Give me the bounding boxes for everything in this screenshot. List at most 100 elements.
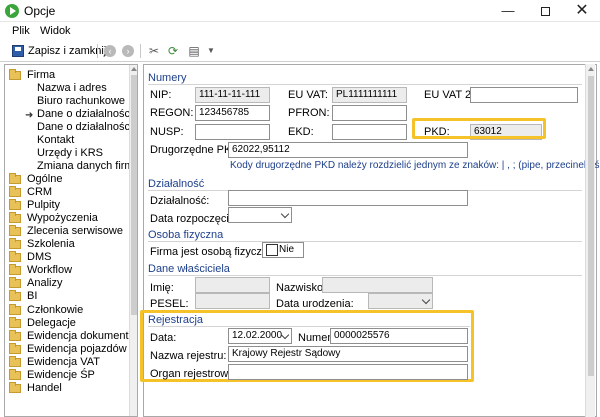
tree-item-label: Wypożyczenia <box>27 212 98 225</box>
ekd-field[interactable] <box>332 124 407 140</box>
tree-folder-item[interactable]: CRM <box>9 186 127 199</box>
osoba-fizyczna-value: Nie <box>279 244 295 255</box>
tree-item-label: Pulpity <box>27 199 61 212</box>
folder-icon <box>9 251 21 263</box>
euvat-field[interactable]: PL1111111111 <box>332 87 407 103</box>
tree-item-label: Szkolenia <box>27 238 75 251</box>
nip-field[interactable]: 111-11-11-111 <box>195 87 270 103</box>
close-button[interactable]: ✕ <box>564 0 600 22</box>
nazwa-rejestru-field[interactable]: Krajowy Rejestr Sądowy <box>228 346 468 362</box>
data-urodzenia-label: Data urodzenia: <box>276 298 354 310</box>
tools-icon[interactable]: ✂ <box>147 44 161 58</box>
scroll-up-icon[interactable] <box>588 67 594 71</box>
nazwa-rejestru-label: Nazwa rejestru: <box>150 350 227 362</box>
tree-folder-item[interactable]: Pulpity <box>9 199 127 212</box>
tree-item-dane-dzialalnosci[interactable]: Dane o działalności <box>5 121 132 134</box>
tree-folder-item[interactable]: Ewidencja VAT <box>9 355 127 369</box>
tree-item-biuro[interactable]: Biuro rachunkowe <box>5 95 127 108</box>
chevron-down-icon[interactable] <box>280 209 290 219</box>
menu-plik[interactable]: Plik <box>12 25 30 37</box>
scroll-thumb[interactable] <box>588 76 594 376</box>
data-rejestracji-combo[interactable]: 12.02.2000 <box>228 328 292 344</box>
dzialalnosc-label: Działalność: <box>150 195 210 207</box>
section-wlasciciel-title: Dane właściciela <box>148 263 230 275</box>
tree-folder-item[interactable]: Ewidencja dokumentów <box>9 329 137 343</box>
minimize-button[interactable]: — <box>490 0 526 22</box>
ekd-label: EKD: <box>288 126 314 138</box>
refresh-icon[interactable]: ⟳ <box>166 44 180 58</box>
tree-folder-item[interactable]: Ogólne <box>9 173 127 186</box>
tree-item-label: Ewidencje ŚP <box>27 368 95 381</box>
tree-item-label: Członkowie <box>27 303 84 316</box>
tree-folder-item[interactable]: Delegacje <box>9 316 127 330</box>
pkd-hint-text: Kody drugorzędne PKD należy rozdzielić j… <box>230 160 600 171</box>
imie-field[interactable] <box>195 277 270 293</box>
nusp-field[interactable] <box>195 124 270 140</box>
tree-folder-item[interactable]: Workflow <box>9 264 127 277</box>
tree-scrollbar[interactable] <box>129 65 137 416</box>
tree-item-dane-dzialalnosci-active[interactable]: ➜ Dane o działalności <box>5 108 132 121</box>
organ-rejestrowy-field[interactable] <box>228 364 468 380</box>
tree-item-urzedy[interactable]: Urzędy i KRS <box>5 147 127 160</box>
pesel-field[interactable] <box>195 293 270 309</box>
data-urodzenia-combo[interactable] <box>368 293 433 309</box>
tree-item-label: Workflow <box>27 264 73 277</box>
tree-item-firma[interactable]: Firma <box>9 69 127 82</box>
section-divider <box>148 275 582 276</box>
data-rozpoczecia-label: Data rozpoczęcia: <box>150 213 239 225</box>
tree-folder-item[interactable]: Członkowie <box>9 303 127 317</box>
tree-item-label: BI <box>27 290 38 303</box>
nazwisko-label: Nazwisko: <box>276 282 327 294</box>
numer-rejestru-label: Numer: <box>298 332 335 344</box>
menu-widok[interactable]: Widok <box>40 25 71 37</box>
save-and-close-button[interactable]: Zapisz i zamknij <box>12 43 106 59</box>
maximize-button[interactable] <box>527 0 563 22</box>
tree-item-label: Handel <box>27 381 62 394</box>
tree-folder-item[interactable]: Szkolenia <box>9 238 127 251</box>
toolbar-separator <box>140 44 141 58</box>
numer-rejestru-field[interactable]: 0000025576 <box>330 328 468 344</box>
tree-folder-item[interactable]: Zlecenia serwisowe <box>9 225 127 238</box>
tree-item-label: DMS <box>27 251 52 264</box>
save-icon <box>12 45 24 57</box>
chevron-down-icon[interactable] <box>421 295 431 305</box>
nazwisko-field[interactable] <box>322 277 433 293</box>
tree-folder-item[interactable]: Handel <box>9 381 127 395</box>
content-scrollbar[interactable] <box>585 64 595 417</box>
tree-item-nazwa-adres[interactable]: Nazwa i adres <box>5 82 127 95</box>
tree-item-kontakt[interactable]: Kontakt <box>5 134 127 147</box>
tree-folder-item[interactable]: Ewidencje ŚP <box>9 368 127 382</box>
tree-item-label: Firma <box>27 69 56 81</box>
tree-folder-item[interactable]: Analizy <box>9 277 127 290</box>
checkbox-icon[interactable] <box>266 244 278 256</box>
tree-item-label: Ewidencja VAT <box>27 355 100 368</box>
forward-icon[interactable]: › <box>122 45 134 57</box>
tree-folder-item[interactable]: Wypożyczenia <box>9 212 127 225</box>
folder-icon <box>9 290 21 302</box>
tree-folder-item[interactable]: BI <box>9 290 127 303</box>
dzialalnosc-field[interactable] <box>228 190 468 206</box>
section-divider <box>148 326 470 327</box>
pfron-field[interactable] <box>332 105 407 121</box>
tree-item-zmiana-danych[interactable]: Zmiana danych firmy <box>5 160 137 173</box>
regon-field[interactable]: 123456785 <box>195 105 270 121</box>
data-rozpoczecia-combo[interactable] <box>228 207 292 223</box>
back-icon[interactable]: ‹ <box>104 45 116 57</box>
chevron-down-icon[interactable]: ▼ <box>204 44 218 58</box>
osoba-fizyczna-toggle[interactable]: Nie <box>262 242 304 258</box>
window-title: Opcje <box>24 4 56 18</box>
options-tree: Firma Nazwa i adres Biuro rachunkowe ➜ D… <box>4 64 138 417</box>
euvat2-field[interactable] <box>470 87 578 103</box>
drugorzedne-pkd-field[interactable]: 62022,95112 <box>228 142 468 158</box>
folder-icon <box>9 381 21 393</box>
organ-rejestrowy-label: Organ rejestrowy: <box>150 368 237 380</box>
folder-icon <box>9 264 21 276</box>
tree-folder-item[interactable]: Ewidencja pojazdów <box>9 342 127 356</box>
tree-folder-item[interactable]: DMS <box>9 251 127 264</box>
folder-icon <box>9 69 21 80</box>
euvat-label: EU VAT: <box>288 89 328 101</box>
scroll-up-icon[interactable] <box>131 67 137 71</box>
nusp-label: NUSP: <box>150 126 184 138</box>
scroll-thumb[interactable] <box>131 75 137 315</box>
print-icon[interactable]: ▤ <box>187 44 201 58</box>
